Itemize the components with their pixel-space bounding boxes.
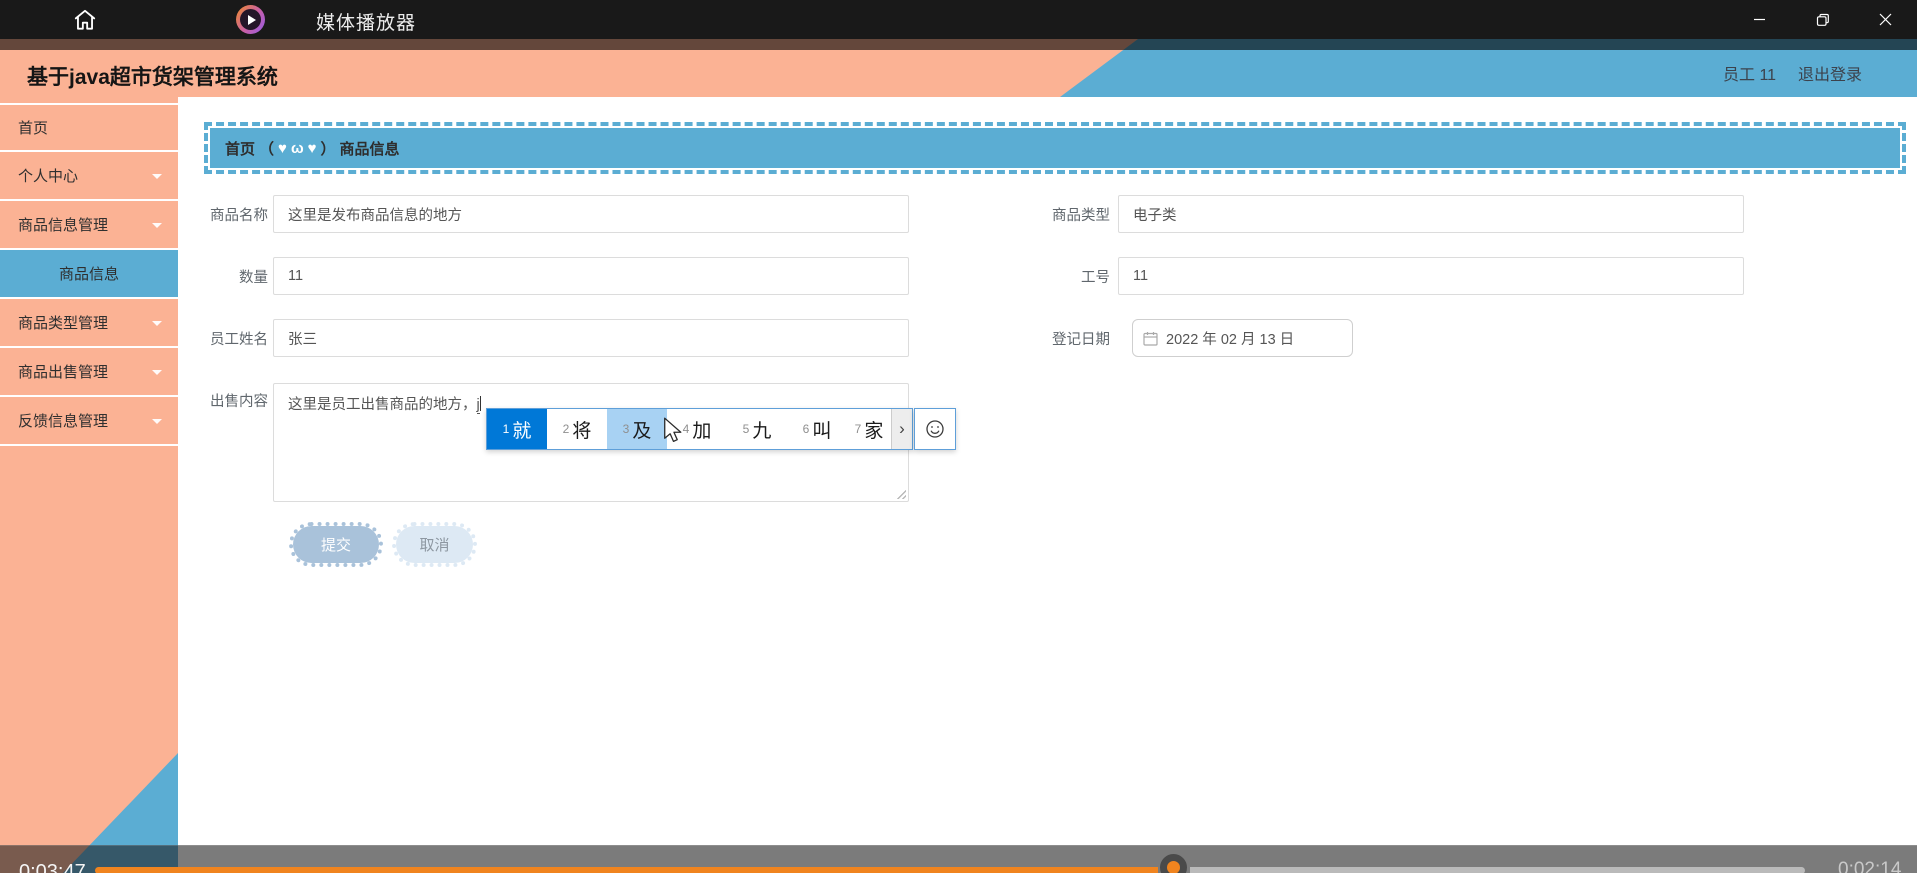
titlebar: 媒体播放器 (0, 0, 1917, 39)
remaining-time: 0:02:14 (1838, 859, 1902, 873)
sidebar-item-label: 个人中心 (18, 168, 79, 185)
register-date-label: 登记日期 (1052, 332, 1110, 348)
logout-link[interactable]: 退出登录 (1798, 61, 1862, 85)
elapsed-time: 0:03:47 (19, 861, 86, 873)
progress-knob[interactable] (1160, 854, 1187, 873)
sidebar-item-feedback-mgmt[interactable]: 反馈信息管理 (0, 397, 178, 446)
ime-candidate-bar: 1 就 2 将 3 及 4 加 5 九 6 叫 7 家 › (486, 408, 956, 450)
employee-name-input[interactable] (273, 319, 909, 357)
sale-content-label: 出售内容 (210, 394, 268, 410)
resize-handle-icon[interactable] (895, 488, 906, 499)
progress-bar-played[interactable] (95, 867, 1158, 873)
media-player-window: 媒体播放器 基于java超市货架管理系统 员工 11 退出登录 首页 个人中心 … (0, 0, 1917, 873)
sale-content-text: 这里是员工出售商品的地方， (288, 397, 477, 413)
sidebar-item-label: 商品类型管理 (18, 315, 109, 332)
app-title: 媒体播放器 (316, 13, 417, 34)
sidebar-item-product-info-mgmt[interactable]: 商品信息管理 (0, 201, 178, 250)
home-icon[interactable] (72, 7, 98, 33)
sidebar-item-product-type-mgmt[interactable]: 商品类型管理 (0, 299, 178, 348)
calendar-icon (1143, 331, 1158, 346)
text-caret (479, 396, 481, 411)
sidebar-item-home[interactable]: 首页 (0, 103, 178, 152)
sidebar-item-label: 反馈信息管理 (18, 413, 109, 430)
media-player-icon (236, 5, 265, 34)
sidebar-item-label: 商品信息管理 (18, 217, 109, 234)
ime-next-page-icon[interactable]: › (891, 409, 912, 449)
heart-icon: ♥ (307, 139, 317, 157)
register-date-value: 2022 年 02 月 13 日 (1166, 331, 1295, 348)
progress-bar-remaining[interactable] (1190, 867, 1805, 873)
ime-emoji-button[interactable] (914, 408, 956, 450)
system-title: 基于java超市货架管理系统 (27, 66, 278, 89)
chevron-down-icon (152, 222, 162, 228)
sidebar-item-product-sale-mgmt[interactable]: 商品出售管理 (0, 348, 178, 397)
ime-candidate-2[interactable]: 2 将 (547, 409, 607, 449)
minimize-button[interactable] (1728, 0, 1791, 39)
player-control-bar: 0:03:47 0:02:14 (0, 845, 1917, 873)
video-top-shade (0, 39, 1917, 50)
chevron-down-icon (152, 369, 162, 375)
chevron-down-icon (152, 320, 162, 326)
cancel-button[interactable]: 取消 (392, 522, 477, 567)
chevron-down-icon (152, 173, 162, 179)
sidebar-item-label: 商品信息 (58, 266, 119, 283)
sidebar-item-personal-center[interactable]: 个人中心 (0, 152, 178, 201)
employee-name-label: 员工姓名 (210, 332, 268, 348)
sidebar-item-product-info[interactable]: 商品信息 (0, 250, 178, 299)
product-type-label: 商品类型 (1052, 208, 1110, 224)
ime-candidate-1[interactable]: 1 就 (487, 409, 547, 449)
close-button[interactable] (1854, 0, 1917, 39)
breadcrumb-home[interactable]: 首页 (225, 138, 255, 159)
chevron-down-icon (152, 418, 162, 424)
window-controls (1728, 0, 1917, 39)
work-id-label: 工号 (1081, 270, 1110, 286)
smiley-icon (926, 420, 944, 438)
sidebar: 首页 个人中心 商品信息管理 商品信息 商品类型管理 商品出售管理 反馈信息管理 (0, 97, 178, 873)
ime-candidate-3[interactable]: 3 及 (607, 409, 667, 449)
ime-candidates: 1 就 2 将 3 及 4 加 5 九 6 叫 7 家 › (486, 408, 913, 450)
breadcrumb: 首页 （ ♥ ω ♥ ） 商品信息 (204, 122, 1906, 174)
restore-button[interactable] (1791, 0, 1854, 39)
main-content: 首页 （ ♥ ω ♥ ） 商品信息 商品名称 商品类型 数量 工号 员工姓名 登… (178, 97, 1917, 873)
submit-button[interactable]: 提交 (289, 522, 383, 567)
header-username[interactable]: 员工 11 (1723, 61, 1776, 85)
product-type-input[interactable] (1118, 195, 1744, 233)
product-name-label: 商品名称 (210, 208, 268, 224)
ime-candidate-4[interactable]: 4 加 (667, 409, 727, 449)
play-icon (240, 9, 261, 30)
sidebar-item-label: 商品出售管理 (18, 364, 109, 381)
quantity-label: 数量 (239, 270, 268, 286)
kaomoji-omega: ω (290, 139, 304, 157)
kaomoji-close-paren: ） (320, 140, 336, 158)
ime-candidate-5[interactable]: 5 九 (727, 409, 787, 449)
sidebar-item-label: 首页 (18, 120, 49, 137)
product-name-input[interactable] (273, 195, 909, 233)
quantity-input[interactable] (273, 257, 909, 295)
ime-candidate-7[interactable]: 7 家 (847, 409, 891, 449)
heart-icon: ♥ (278, 139, 287, 157)
ime-candidate-6[interactable]: 6 叫 (787, 409, 847, 449)
work-id-input[interactable] (1118, 257, 1744, 295)
breadcrumb-current: 商品信息 (339, 140, 400, 158)
register-date-input[interactable]: 2022 年 02 月 13 日 (1132, 319, 1353, 357)
kaomoji-open-paren: （ (259, 140, 275, 158)
